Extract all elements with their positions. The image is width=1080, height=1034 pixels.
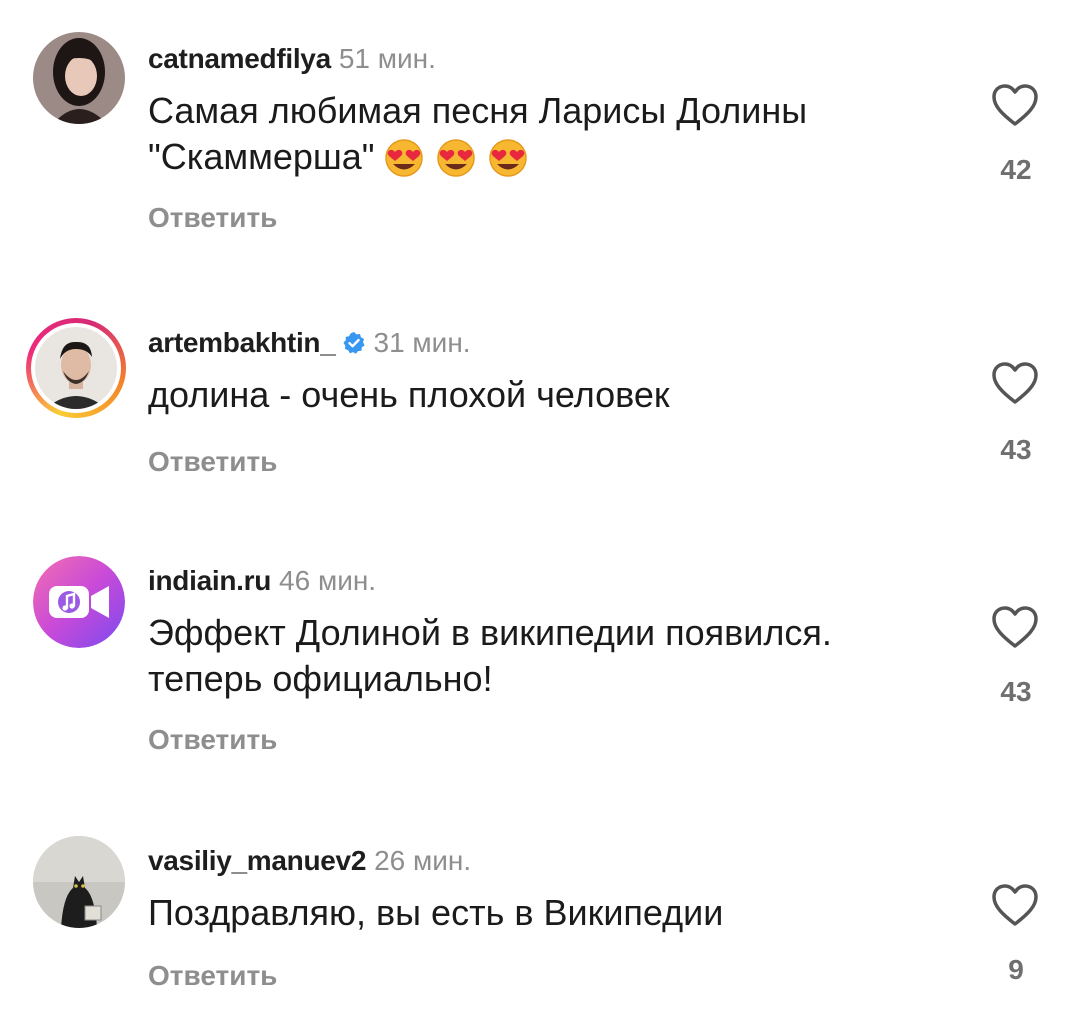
reply-button[interactable]: Ответить (148, 202, 277, 234)
timestamp: 31 мин. (373, 327, 471, 358)
like-heart-icon[interactable] (990, 82, 1040, 128)
like-count: 43 (1000, 434, 1032, 465)
comment-text: Самая любимая песня Ларисы Долины "Скамм… (148, 88, 948, 180)
timestamp: 26 мин. (374, 845, 472, 876)
like-count: 9 (1008, 954, 1024, 985)
comment-text-line: Самая любимая песня Ларисы Долины (148, 90, 808, 131)
reply-button[interactable]: Ответить (148, 446, 277, 478)
reply-button[interactable]: Ответить (148, 960, 277, 992)
comment-text-line: долина - очень плохой человек (148, 374, 670, 415)
comment-text-line: Эффект Долиной в википедии появился. (148, 612, 832, 653)
avatar[interactable] (26, 318, 126, 418)
username[interactable]: catnamedfilya (148, 43, 331, 74)
reply-button[interactable]: Ответить (148, 724, 277, 756)
comment-text: Поздравляю, вы есть в Википедии (148, 890, 948, 936)
heart-eyes-emoji-icon (485, 137, 531, 177)
comment-header: indiain.ru 46 мин. (148, 564, 376, 598)
comment-header: artembakhtin_ 31 мин. (148, 326, 471, 360)
avatar[interactable] (33, 556, 125, 648)
comment-header: vasiliy_manuev2 26 мин. (148, 844, 471, 878)
like-count: 42 (1000, 154, 1032, 185)
timestamp: 46 мин. (279, 565, 377, 596)
username[interactable]: indiain.ru (148, 565, 271, 596)
like-heart-icon[interactable] (990, 882, 1040, 928)
comment-text-line: "Скаммерша" (148, 134, 948, 180)
like-heart-icon[interactable] (990, 360, 1040, 406)
like-count: 43 (1000, 676, 1032, 707)
comment-text-line: Поздравляю, вы есть в Википедии (148, 892, 724, 933)
like-heart-icon[interactable] (990, 604, 1040, 650)
timestamp: 51 мин. (338, 43, 436, 74)
avatar[interactable] (33, 836, 125, 928)
comment-text-line: теперь официально! (148, 658, 493, 699)
comment-header: catnamedfilya 51 мин. (148, 42, 436, 76)
comment-text-fragment: "Скаммерша" (148, 136, 375, 177)
username[interactable]: vasiliy_manuev2 (148, 845, 366, 876)
avatar[interactable] (33, 32, 125, 124)
heart-eyes-emoji-icon (381, 137, 427, 177)
heart-eyes-emoji-icon (433, 137, 479, 177)
username[interactable]: artembakhtin_ (148, 327, 336, 358)
comment-text: долина - очень плохой человек (148, 372, 948, 418)
verified-badge-icon (342, 329, 366, 354)
comment-text: Эффект Долиной в википедии появился. теп… (148, 610, 948, 702)
